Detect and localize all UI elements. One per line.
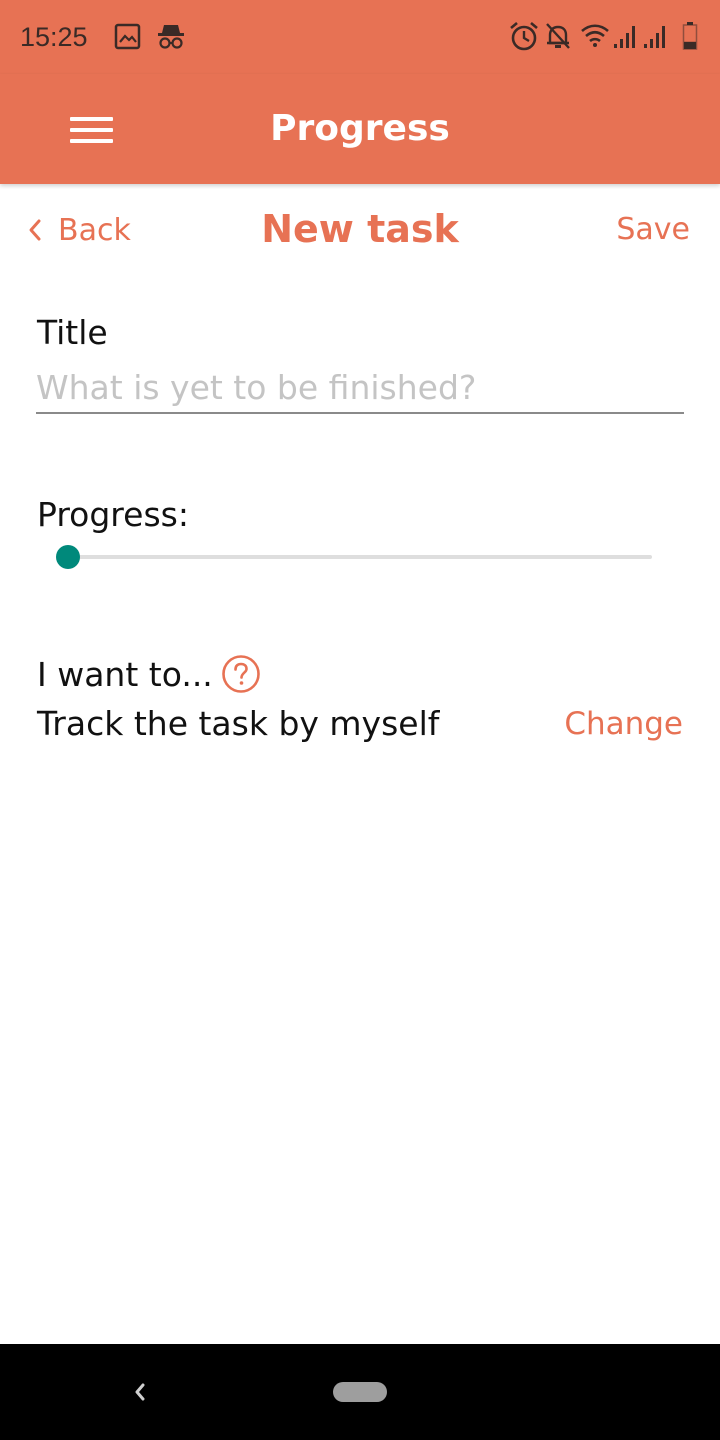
battery-icon bbox=[682, 22, 698, 50]
alarm-icon bbox=[510, 22, 538, 51]
image-icon bbox=[114, 23, 141, 50]
wifi-icon bbox=[581, 24, 609, 47]
title-input[interactable] bbox=[36, 362, 684, 414]
system-back-icon[interactable] bbox=[128, 1378, 152, 1406]
help-icon[interactable] bbox=[221, 654, 261, 694]
incognito-icon bbox=[158, 25, 184, 49]
progress-label: Progress: bbox=[37, 495, 189, 534]
change-button[interactable]: Change bbox=[564, 702, 683, 746]
app-bar: Progress bbox=[0, 74, 720, 184]
back-label: Back bbox=[58, 212, 131, 248]
back-button[interactable]: Back bbox=[26, 208, 131, 252]
chevron-left-icon bbox=[29, 219, 41, 241]
slider-track bbox=[68, 555, 652, 559]
slider-thumb[interactable] bbox=[56, 545, 80, 569]
app-title: Progress bbox=[270, 108, 450, 149]
title-label: Title bbox=[37, 313, 108, 352]
mode-header: I want to... bbox=[37, 650, 261, 698]
status-bar: 15:25 bbox=[0, 0, 720, 74]
screen: 15:25 Progress Back New task Save Title … bbox=[0, 0, 720, 1440]
mode-value: Track the task by myself bbox=[37, 704, 440, 743]
nav-row: Back New task Save bbox=[0, 184, 720, 274]
signal-icon bbox=[644, 26, 665, 48]
mode-label: I want to... bbox=[37, 654, 213, 694]
progress-slider[interactable] bbox=[56, 542, 656, 572]
system-home-pill[interactable] bbox=[333, 1382, 387, 1402]
signal-icon bbox=[614, 26, 635, 48]
status-time: 15:25 bbox=[20, 22, 88, 52]
bell-off-icon bbox=[546, 23, 570, 49]
save-button[interactable]: Save bbox=[616, 208, 690, 252]
